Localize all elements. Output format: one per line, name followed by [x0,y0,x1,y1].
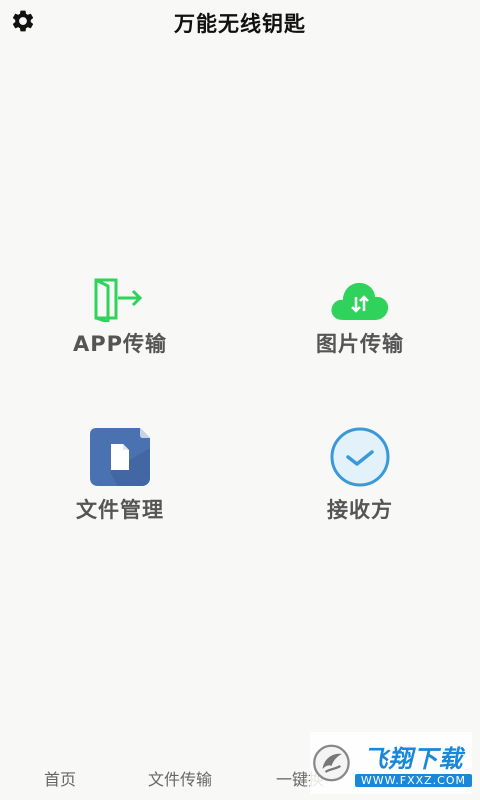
tile-label: 图片传输 [316,332,404,356]
watermark-logo-icon [313,744,350,782]
watermark-url: WWW.FXXZ.COM [354,774,472,787]
tile-label: 接收方 [327,498,393,522]
check-circle-icon [330,427,390,487]
file-manager-icon [90,428,150,486]
app-screen: 万能无线钥匙 APP传输 图片传输 文件管理 接收方 首页 文件传输 一键换 飞… [0,0,480,800]
watermark-title: 飞翔下载 [363,745,464,773]
page-title: 万能无线钥匙 [174,12,306,36]
tile-receiver[interactable]: 接收方 [260,424,460,524]
tile-label: 文件管理 [76,498,164,522]
tile-label: APP传输 [72,332,168,356]
app-transfer-icon [94,278,143,322]
tile-file-manager[interactable]: 文件管理 [20,424,220,524]
tile-app-transfer[interactable]: APP传输 [20,256,220,358]
nav-item-home[interactable]: 首页 [0,760,120,800]
nav-item-file-transfer[interactable]: 文件传输 [120,760,240,800]
watermark: 飞翔下载 WWW.FXXZ.COM [310,732,472,794]
tile-image-transfer[interactable]: 图片传输 [260,256,460,358]
header: 万能无线钥匙 [0,0,480,42]
cloud-transfer-icon [331,282,389,320]
